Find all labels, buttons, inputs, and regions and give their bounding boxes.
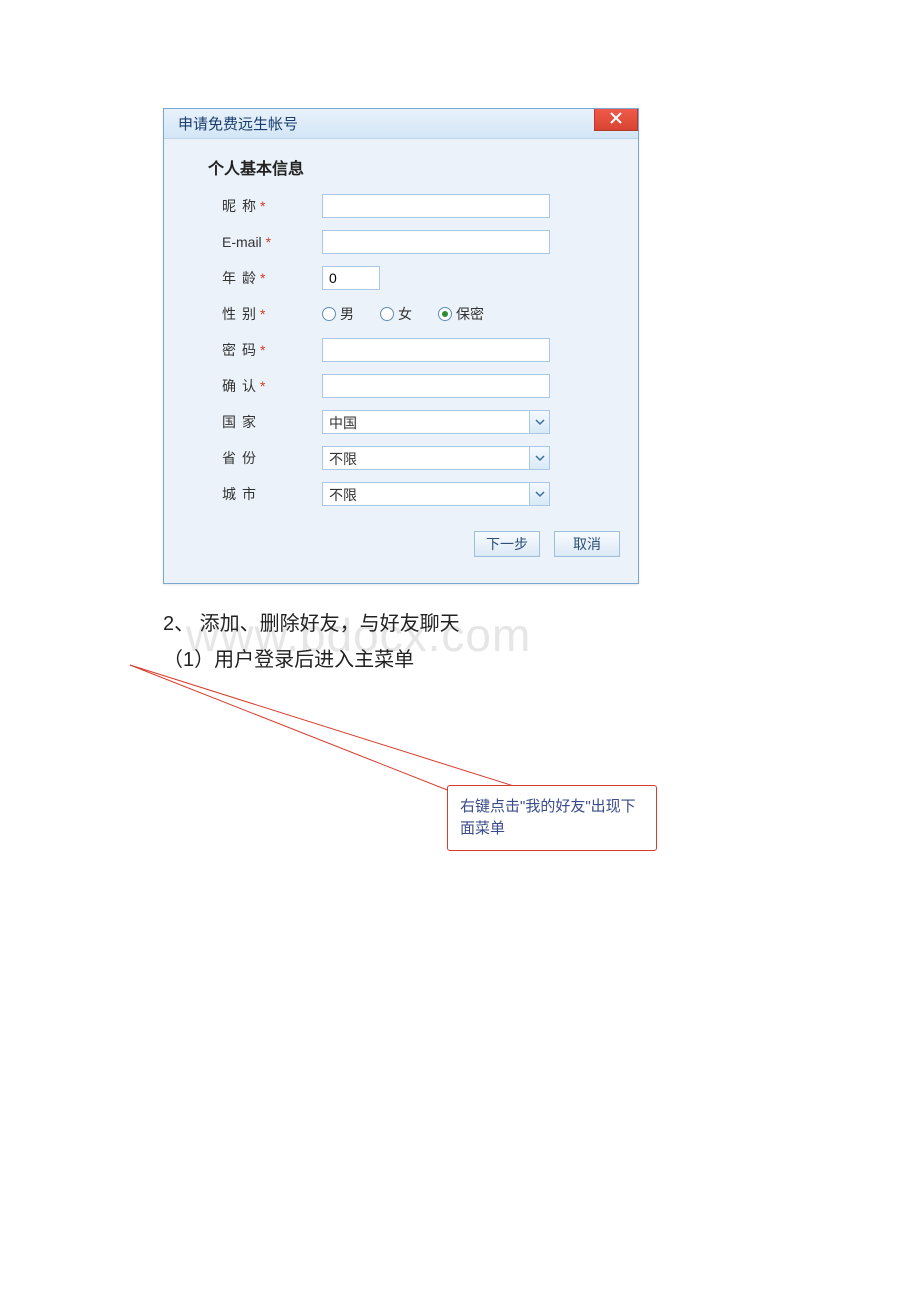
button-bar: 下一步 取消 — [164, 517, 638, 571]
next-button[interactable]: 下一步 — [474, 531, 540, 557]
city-value: 不限 — [323, 483, 529, 505]
close-icon — [610, 111, 622, 128]
row-gender: 性别* 男 女 保密 — [164, 301, 638, 327]
dialog-title: 申请免费远生帐号 — [178, 113, 298, 134]
province-select[interactable]: 不限 — [322, 446, 550, 470]
confirm-input[interactable] — [322, 374, 550, 398]
email-input[interactable] — [322, 230, 550, 254]
label-city: 城市 — [222, 484, 312, 504]
label-gender: 性别* — [222, 304, 312, 324]
radio-female-label: 女 — [398, 304, 412, 324]
row-email: E-mail* — [164, 229, 638, 255]
cancel-button[interactable]: 取消 — [554, 531, 620, 557]
radio-male[interactable] — [322, 307, 336, 321]
label-nickname: 昵称* — [222, 196, 312, 216]
label-age: 年龄* — [222, 268, 312, 288]
password-input[interactable] — [322, 338, 550, 362]
radio-secret[interactable] — [438, 307, 452, 321]
country-value: 中国 — [323, 411, 529, 433]
radio-item-female[interactable]: 女 — [380, 304, 412, 324]
chevron-down-icon — [529, 447, 549, 469]
dialog-titlebar: 申请免费远生帐号 — [164, 109, 638, 139]
country-select[interactable]: 中国 — [322, 410, 550, 434]
doc-line-2: （1）用户登录后进入主菜单 — [163, 642, 920, 678]
label-password: 密码* — [222, 340, 312, 360]
register-dialog: 申请免费远生帐号 个人基本信息 昵称* E-mail* — [163, 108, 639, 584]
chevron-down-icon — [529, 483, 549, 505]
callout-annotation: 右键点击"我的好友"出现下面菜单 — [447, 785, 657, 851]
close-button[interactable] — [594, 109, 638, 131]
row-country: 国家 中国 — [164, 409, 638, 435]
nickname-input[interactable] — [322, 194, 550, 218]
radio-item-secret[interactable]: 保密 — [438, 304, 484, 324]
age-input[interactable] — [322, 266, 380, 290]
document-body: 2、 添加、删除好友，与好友聊天 （1）用户登录后进入主菜单 — [163, 606, 920, 678]
label-email: E-mail* — [222, 234, 312, 250]
label-country: 国家 — [222, 412, 312, 432]
row-age: 年龄* — [164, 265, 638, 291]
row-confirm: 确认* — [164, 373, 638, 399]
city-select[interactable]: 不限 — [322, 482, 550, 506]
section-title: 个人基本信息 — [208, 155, 638, 179]
row-password: 密码* — [164, 337, 638, 363]
form: 昵称* E-mail* 年龄* 性别* — [164, 193, 638, 583]
chevron-down-icon — [529, 411, 549, 433]
row-province: 省份 不限 — [164, 445, 638, 471]
radio-male-label: 男 — [340, 304, 354, 324]
radio-item-male[interactable]: 男 — [322, 304, 354, 324]
province-value: 不限 — [323, 447, 529, 469]
radio-female[interactable] — [380, 307, 394, 321]
label-province: 省份 — [222, 448, 312, 468]
row-city: 城市 不限 — [164, 481, 638, 507]
row-nickname: 昵称* — [164, 193, 638, 219]
label-confirm: 确认* — [222, 376, 312, 396]
doc-line-1: 2、 添加、删除好友，与好友聊天 — [163, 606, 920, 642]
radio-secret-label: 保密 — [456, 304, 484, 324]
